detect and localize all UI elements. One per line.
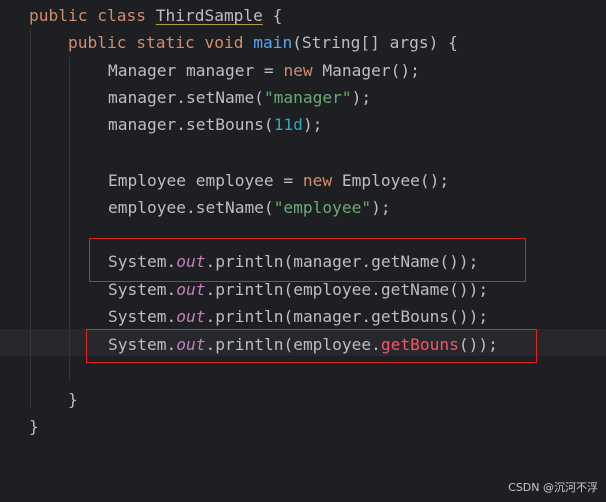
indent-guide xyxy=(69,57,70,381)
method-name: main xyxy=(253,33,293,52)
code-text: manager.setName( xyxy=(108,88,264,107)
code-line-close-class[interactable]: } xyxy=(29,413,39,440)
code-text: employee.setName( xyxy=(108,198,274,217)
keyword: new xyxy=(283,61,313,80)
brace: { xyxy=(272,6,283,25)
code-line-close-method[interactable]: } xyxy=(68,386,78,413)
code-line[interactable]: manager.setName("manager"); xyxy=(108,84,371,111)
code-line-class-declaration[interactable]: public class ThirdSample { xyxy=(29,2,282,29)
code-text: Manager manager = xyxy=(108,61,284,80)
code-text: Employee(); xyxy=(332,171,450,190)
keyword: void xyxy=(204,33,244,52)
string-literal: "employee" xyxy=(273,198,372,217)
code-text: System. xyxy=(108,307,177,326)
code-text: ); xyxy=(371,198,391,217)
red-annotation-box xyxy=(89,238,526,282)
code-text: .println(employee.getName()); xyxy=(205,280,489,299)
code-line[interactable]: employee.setName("employee"); xyxy=(108,194,391,221)
code-line-main-method[interactable]: public static void main(String[] args) { xyxy=(68,29,458,56)
class-name: ThirdSample xyxy=(155,6,263,25)
code-line[interactable]: manager.setBouns(11d); xyxy=(108,111,322,138)
brace: } xyxy=(29,417,39,436)
code-text: ); xyxy=(302,115,323,134)
keyword: static xyxy=(136,33,195,52)
keyword: public xyxy=(29,6,88,25)
code-line[interactable]: System.out.println(manager.getBouns()); xyxy=(108,303,488,330)
keyword: class xyxy=(97,6,146,25)
keyword: public xyxy=(68,33,127,52)
code-text: Employee employee = xyxy=(108,171,303,190)
brace: } xyxy=(68,390,78,409)
code-line[interactable]: Employee employee = new Employee(); xyxy=(108,167,449,194)
string-literal: "manager" xyxy=(263,88,352,107)
watermark: CSDN @沉河不浮 xyxy=(508,481,598,494)
code-text: Manager(); xyxy=(312,61,420,80)
number-literal: 11d xyxy=(273,115,303,134)
static-field: out xyxy=(176,280,206,299)
indent-guide xyxy=(30,30,31,408)
red-annotation-box xyxy=(86,329,537,363)
code-text: manager.setBouns( xyxy=(108,115,274,134)
code-editor[interactable]: public class ThirdSample { public static… xyxy=(0,0,606,502)
static-field: out xyxy=(176,307,206,326)
code-text: .println(manager.getBouns()); xyxy=(205,307,489,326)
code-text: ); xyxy=(351,88,372,107)
code-text: System. xyxy=(108,280,177,299)
keyword: new xyxy=(302,171,333,190)
code-line[interactable]: Manager manager = new Manager(); xyxy=(108,57,420,84)
method-params: (String[] args) { xyxy=(292,33,458,52)
